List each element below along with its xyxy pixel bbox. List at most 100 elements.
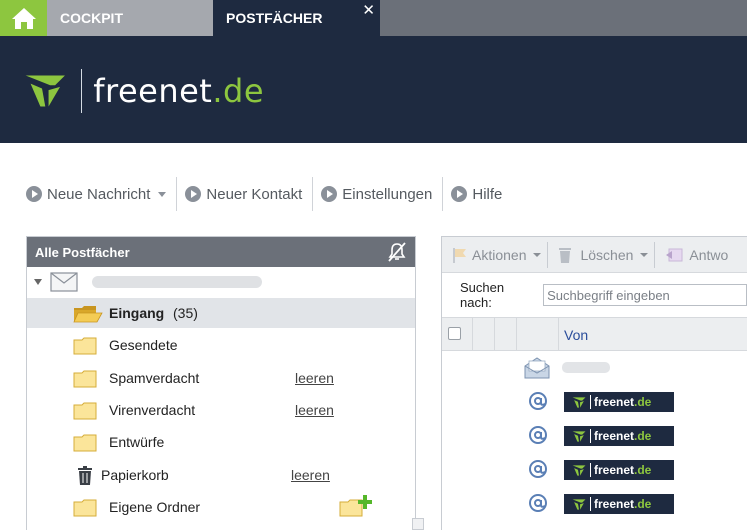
actions-label: Aktionen (472, 246, 527, 263)
notifications-off-icon[interactable] (387, 242, 407, 262)
freenet-logo-icon (572, 498, 586, 510)
folder-panel-header: Alle Postfächer (27, 237, 415, 267)
badge-sender: freenet (594, 429, 635, 443)
play-circle-icon (26, 186, 42, 202)
help-label: Hilfe (472, 185, 503, 203)
tab-postfaecher-label: POSTFÄCHER (226, 10, 323, 26)
message-row[interactable] (442, 351, 747, 385)
folder-label: Virenverdacht (109, 402, 196, 418)
toolbar-divider (176, 177, 178, 211)
badge-tld: .de (634, 429, 652, 443)
freenet-sender-badge: freenet.de (564, 426, 674, 446)
logo-name: freenet (93, 72, 213, 110)
new-message-button[interactable]: Neue Nachricht (26, 178, 176, 210)
help-button[interactable]: Hilfe (451, 178, 512, 210)
message-row[interactable]: freenet.de (442, 453, 747, 487)
badge-text: freenet.de (594, 497, 651, 511)
delete-button[interactable]: Löschen (548, 237, 654, 273)
freenet-logo-icon (572, 396, 586, 408)
logo-tld: .de (212, 72, 264, 110)
main-toolbar: Neue Nachricht Neuer Kontakt Einstellung… (26, 176, 512, 212)
at-sign-icon (529, 392, 547, 410)
folder-virenverdacht[interactable]: Virenverdacht leeren (27, 395, 415, 425)
mailbox-envelope-icon (50, 272, 78, 292)
search-label: Suchen nach: (460, 280, 505, 310)
select-all-checkbox[interactable] (448, 327, 461, 340)
badge-text: freenet.de (594, 395, 651, 409)
tab-bar: COCKPIT POSTFÄCHER ✕ (0, 0, 747, 36)
badge-sender: freenet (594, 463, 635, 477)
message-panel: Aktionen Löschen Antwo Suchen nach: Such… (441, 236, 747, 530)
folder-icon (73, 499, 97, 517)
status-column[interactable] (517, 318, 559, 351)
folder-label: Gesendete (109, 337, 178, 353)
message-toolbar: Aktionen Löschen Antwo (442, 237, 747, 273)
tab-home[interactable] (0, 0, 47, 36)
message-row[interactable]: freenet.de (442, 487, 747, 521)
play-circle-icon (451, 186, 468, 202)
new-contact-button[interactable]: Neuer Kontakt (185, 178, 312, 210)
flag-column[interactable] (473, 318, 495, 351)
folder-icon (73, 337, 97, 355)
flag-icon (453, 247, 466, 263)
folder-panel: Alle Postfächer Eingang (35) Gesendete S… (26, 236, 416, 530)
reply-label: Antwo (689, 246, 729, 263)
new-contact-label: Neuer Kontakt (206, 185, 303, 203)
select-column (442, 318, 473, 351)
message-row[interactable]: freenet.de (442, 419, 747, 453)
folder-eigene-ordner[interactable]: Eigene Ordner (27, 492, 415, 522)
unread-count: (35) (173, 305, 198, 321)
badge-divider (590, 463, 591, 477)
message-row[interactable]: freenet.de (442, 385, 747, 419)
play-circle-icon (185, 186, 202, 202)
settings-button[interactable]: Einstellungen (321, 178, 442, 210)
delete-label: Löschen (580, 246, 634, 263)
freenet-logo-icon (572, 430, 586, 442)
badge-divider (590, 497, 591, 511)
empty-spam-link[interactable]: leeren (295, 370, 334, 386)
folder-icon (73, 370, 97, 388)
search-input[interactable] (543, 284, 747, 306)
trash-icon (78, 466, 92, 485)
logo-divider (80, 69, 83, 113)
freenet-sender-badge: freenet.de (564, 460, 674, 480)
account-row[interactable] (27, 267, 415, 297)
tab-cockpit[interactable]: COCKPIT (47, 0, 213, 36)
freenet-logo[interactable]: freenet.de (24, 66, 264, 116)
badge-tld: .de (634, 463, 652, 477)
badge-text: freenet.de (594, 463, 651, 477)
badge-tld: .de (634, 497, 652, 511)
badge-tld: .de (634, 395, 652, 409)
actions-button[interactable]: Aktionen (442, 237, 547, 273)
badge-text: freenet.de (594, 429, 651, 443)
trash-icon (559, 248, 572, 263)
chevron-down-icon[interactable] (158, 191, 167, 197)
tab-postfaecher[interactable]: POSTFÄCHER ✕ (213, 0, 380, 36)
close-tab-icon[interactable]: ✕ (362, 1, 375, 19)
newsletter-envelope-icon (524, 357, 550, 379)
account-address-redacted (92, 276, 262, 288)
from-column-header[interactable]: Von (564, 327, 588, 343)
folder-spamverdacht[interactable]: Spamverdacht leeren (27, 363, 415, 393)
logo-wordmark: freenet.de (93, 72, 264, 110)
collapse-arrow-icon[interactable] (34, 279, 42, 285)
add-folder-icon[interactable] (339, 494, 373, 518)
folder-entwuerfe[interactable]: Entwürfe (27, 427, 415, 457)
panel-resize-handle[interactable] (412, 518, 424, 530)
new-message-label: Neue Nachricht (47, 185, 151, 203)
folder-papierkorb[interactable]: Papierkorb leeren (27, 460, 415, 490)
empty-trash-link[interactable]: leeren (291, 467, 330, 483)
folder-icon (73, 434, 97, 452)
folder-label: Eingang (109, 305, 165, 321)
chevron-down-icon[interactable] (640, 252, 649, 257)
search-row: Suchen nach: (442, 273, 747, 317)
chevron-down-icon[interactable] (533, 252, 542, 257)
empty-virus-link[interactable]: leeren (295, 402, 334, 418)
folder-eingang[interactable]: Eingang (35) (27, 298, 415, 328)
attachment-column[interactable] (495, 318, 517, 351)
folder-gesendete[interactable]: Gesendete (27, 330, 415, 360)
badge-divider (590, 395, 591, 409)
reply-button[interactable]: Antwo (655, 237, 734, 273)
folder-label: Eigene Ordner (109, 499, 201, 515)
badge-sender: freenet (594, 395, 635, 409)
